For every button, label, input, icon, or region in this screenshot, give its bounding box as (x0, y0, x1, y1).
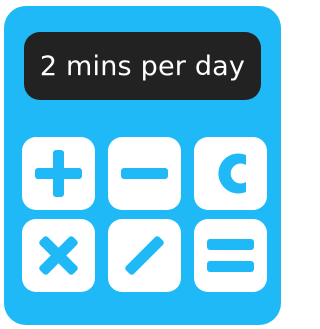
minus-key (108, 137, 181, 210)
plus-icon (35, 150, 82, 197)
multiply-key (22, 219, 95, 292)
equals-key (194, 219, 267, 292)
multiply-icon (39, 236, 78, 275)
calculator-display: 2 mins per day (24, 32, 261, 100)
equals-icon (207, 239, 254, 272)
clear-c-icon (218, 153, 246, 194)
divide-key (108, 219, 181, 292)
clear-key (194, 137, 267, 210)
display-text: 2 mins per day (39, 50, 246, 82)
divide-icon (125, 236, 164, 275)
minus-icon (121, 168, 168, 179)
plus-key (22, 137, 95, 210)
calculator-icon: 2 mins per day (4, 6, 281, 325)
